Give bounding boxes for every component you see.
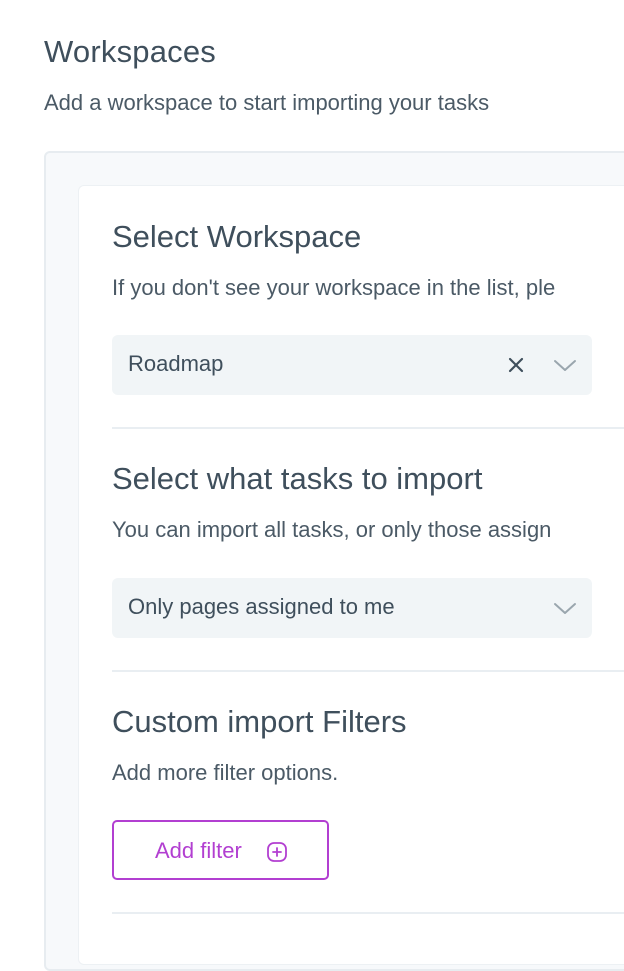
page-title: Workspaces <box>44 34 216 69</box>
chevron-down-icon[interactable] <box>552 355 578 375</box>
close-icon[interactable] <box>502 351 530 379</box>
tasks-select[interactable]: Only pages assigned to me <box>112 578 592 638</box>
add-filter-button[interactable]: Add filter <box>112 820 329 880</box>
page-subtitle: Add a workspace to start importing your … <box>44 90 490 115</box>
custom-filters-title: Custom import Filters <box>112 704 407 739</box>
workspace-select-value: Roadmap <box>128 351 224 376</box>
add-filter-label: Add filter <box>155 838 242 863</box>
select-workspace-description: If you don't see your workspace in the l… <box>112 275 556 300</box>
tasks-select-value: Only pages assigned to me <box>128 594 395 619</box>
select-tasks-title: Select what tasks to import <box>112 461 483 496</box>
section-divider <box>112 912 624 914</box>
section-divider <box>112 427 624 429</box>
workspace-select[interactable]: Roadmap <box>112 335 592 395</box>
plus-circle-icon <box>267 842 287 862</box>
select-tasks-description: You can import all tasks, or only those … <box>112 517 552 542</box>
chevron-down-icon[interactable] <box>552 598 578 618</box>
select-workspace-title: Select Workspace <box>112 219 362 254</box>
section-divider <box>112 670 624 672</box>
custom-filters-description: Add more filter options. <box>112 760 339 785</box>
